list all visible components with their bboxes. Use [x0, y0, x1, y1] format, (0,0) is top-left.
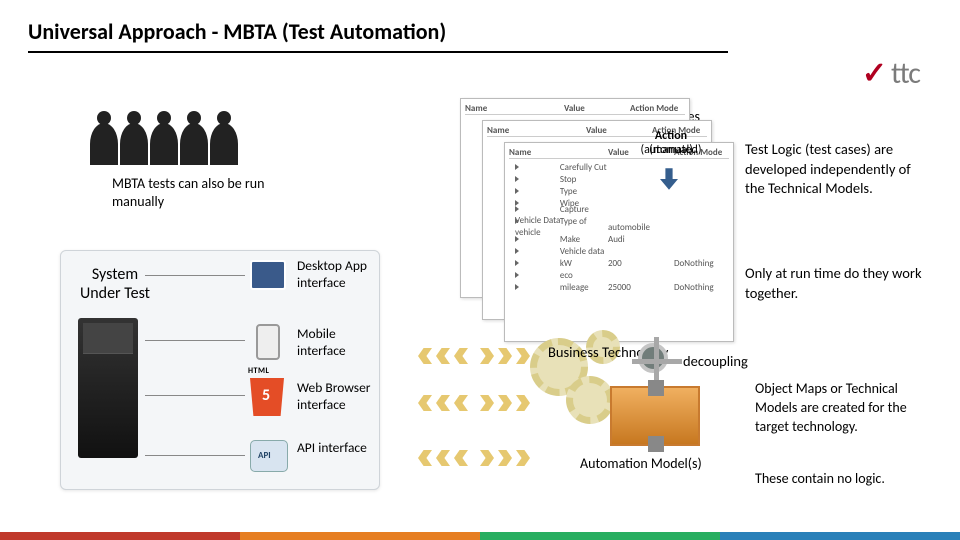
flow-chevrons-right [480, 450, 530, 466]
footer-bar [0, 532, 960, 540]
flow-chevrons-left [418, 348, 468, 364]
check-icon: ✓ [862, 55, 887, 92]
flow-chevrons-right [480, 348, 530, 364]
api-icon [250, 440, 288, 472]
mobile-icon [256, 324, 280, 360]
flow-chevrons-left [418, 395, 468, 411]
decoupling-label: decoupling [683, 352, 748, 370]
automation-model-label: Automation Model(s) [580, 455, 702, 472]
team-illustration [90, 110, 250, 165]
api-interface-label: API interface [297, 440, 367, 457]
web-interface-label: Web Browser interface [297, 380, 382, 414]
page-title: Universal Approach - MBTA (Test Automati… [28, 18, 932, 45]
right-text-2: Only at run time do they work together. [745, 264, 930, 303]
connector-line [145, 395, 245, 396]
automation-model-icon [610, 386, 700, 446]
desktop-interface-label: Desktop App interface [297, 258, 382, 292]
logo: ✓ ttc [862, 55, 920, 92]
test-case-card: NameValueAction Mode Carefully CutStopTy… [504, 142, 734, 342]
system-under-test-label: System Under Test [80, 265, 150, 303]
title-divider [28, 51, 728, 53]
logo-text: ttc [891, 55, 920, 92]
connector-line [145, 275, 245, 276]
manual-run-note: MBTA tests can also be run manually [112, 175, 272, 211]
server-icon [78, 318, 138, 458]
arrow-down-icon [660, 168, 678, 190]
flow-chevrons-left [418, 450, 468, 466]
flow-chevrons-right [480, 395, 530, 411]
html5-icon [250, 378, 284, 416]
mobile-interface-label: Mobile interface [297, 326, 382, 360]
right-text-3: Object Maps or Technical Models are crea… [755, 380, 930, 437]
right-text-4: These contain no logic. [755, 470, 930, 489]
desktop-icon [250, 260, 286, 290]
right-text-1: Test Logic (test cases) are developed in… [745, 140, 930, 215]
html-tag-text: HTML [248, 366, 269, 376]
connector-line [145, 340, 245, 341]
hub-icon [638, 343, 668, 373]
action-badge: Action (automated) (manual) [625, 130, 717, 158]
connector-line [145, 455, 245, 456]
